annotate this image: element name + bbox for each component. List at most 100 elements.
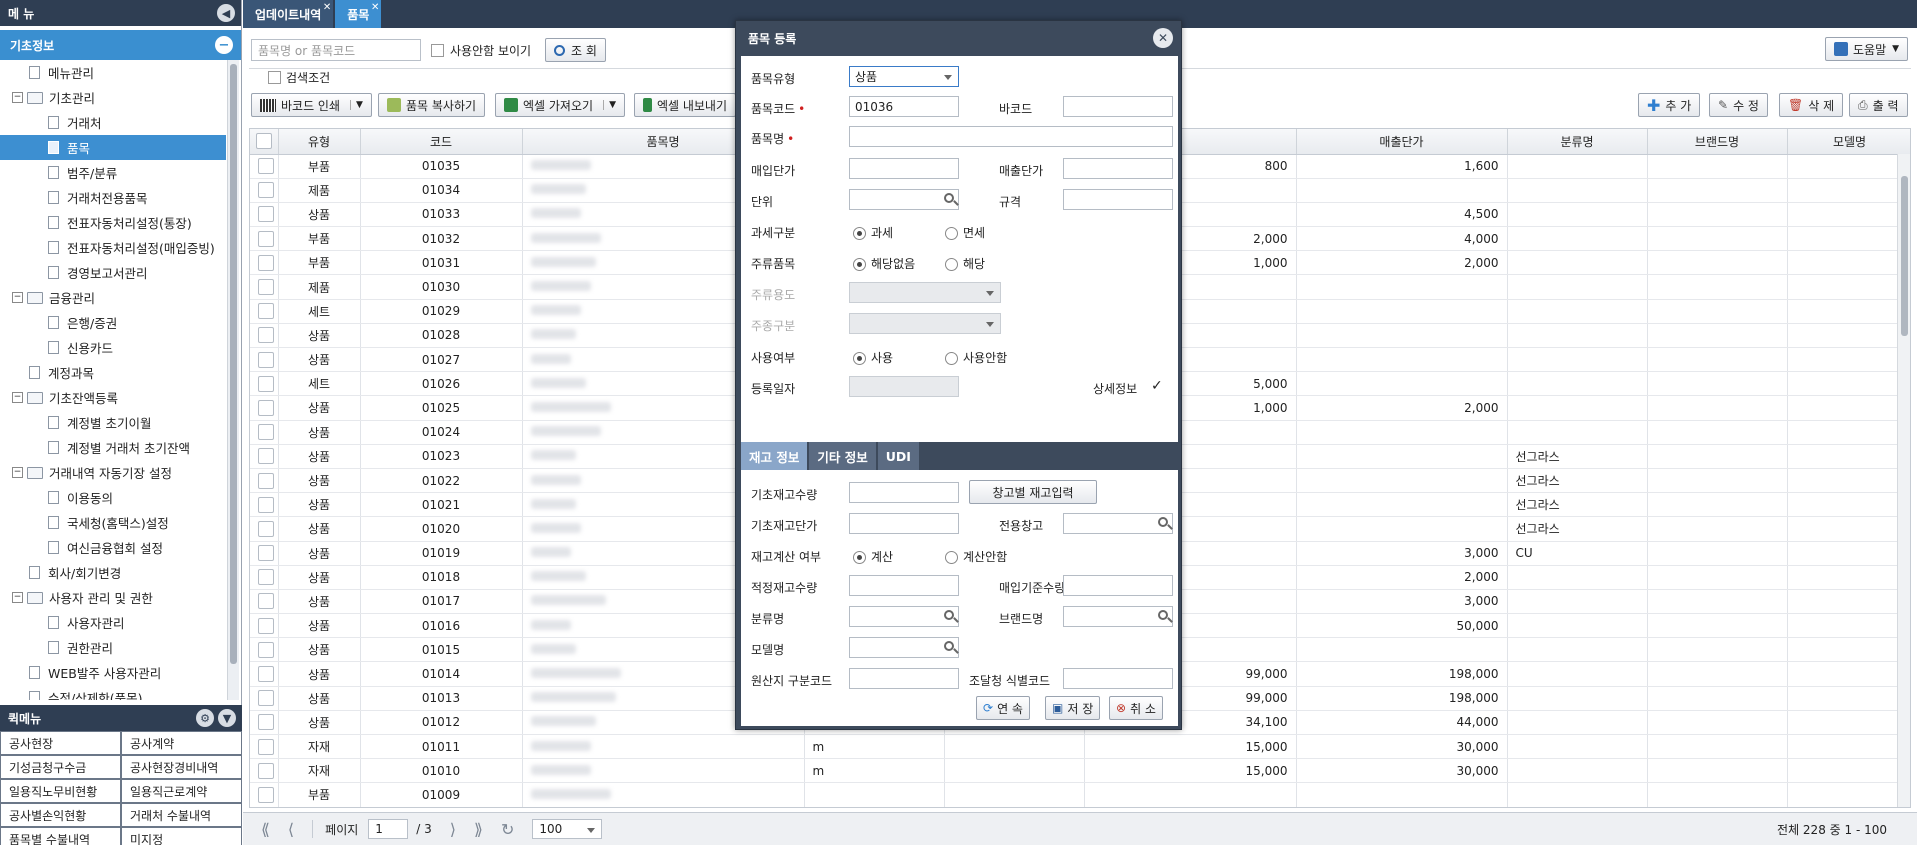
spec-field[interactable] — [1063, 189, 1173, 210]
checkbox[interactable] — [258, 738, 274, 755]
checkbox[interactable] — [258, 182, 274, 199]
quick-menu-item[interactable]: 공사별손익현황 — [0, 803, 121, 827]
checkbox[interactable] — [258, 351, 274, 368]
stock-qty-field[interactable] — [849, 482, 959, 503]
sidebar-item[interactable]: 전표자동처리설정(통장) — [0, 210, 226, 235]
show-unused-checkbox[interactable]: 사용안함 보이기 — [431, 42, 531, 59]
table-row[interactable]: 자재 01011 m 15,000 30,000 — [250, 734, 1910, 760]
procure-code-field[interactable] — [1063, 668, 1173, 689]
search-input[interactable]: 품목명 or 품목코드 — [251, 39, 421, 61]
sidebar-item[interactable]: − 사용자 관리 및 권한 — [0, 585, 226, 610]
quick-menu-item[interactable]: 공사현장 — [0, 731, 121, 755]
search-icon[interactable] — [944, 193, 954, 203]
checkbox[interactable] — [258, 327, 274, 344]
checkbox[interactable] — [258, 158, 274, 175]
prev-page-icon[interactable]: ⟨ — [288, 820, 294, 839]
detail-info-check-icon[interactable]: ✓ — [1151, 378, 1163, 394]
collapse-toggle-icon[interactable]: − — [12, 392, 23, 403]
quick-menu-item[interactable]: 일용직노무비현황 — [0, 779, 121, 803]
checkbox[interactable] — [258, 303, 274, 320]
collapse-toggle-icon[interactable]: − — [12, 92, 23, 103]
barcode-field[interactable] — [1063, 96, 1173, 117]
item-type-select[interactable]: 상품 — [849, 66, 959, 87]
col-header-model[interactable]: 모델명 — [1787, 129, 1910, 155]
sidebar-item[interactable]: 메뉴관리 — [0, 60, 226, 85]
first-page-icon[interactable]: ⟪ — [261, 820, 270, 839]
collapse-toggle-icon[interactable]: − — [12, 467, 23, 478]
stock-price-field[interactable] — [849, 513, 959, 534]
col-header-category[interactable]: 분류명 — [1507, 129, 1648, 155]
checkbox[interactable] — [258, 375, 274, 392]
quick-menu-item[interactable]: 일용직근로계약 — [121, 779, 242, 803]
checkbox[interactable] — [258, 593, 274, 610]
tab-update-history[interactable]: 업데이트내역 ✕ — [243, 0, 334, 28]
last-page-icon[interactable]: ⟫ — [474, 820, 483, 839]
checkbox[interactable] — [258, 230, 274, 247]
select-all-cell[interactable] — [250, 129, 279, 155]
quick-menu-item[interactable]: 품목별 수불내역 — [0, 827, 121, 845]
sidebar-item[interactable]: 회사/회기변경 — [0, 560, 226, 585]
tab-udi[interactable]: UDI — [877, 442, 919, 470]
copy-item-button[interactable]: 품목 복사하기 — [378, 93, 486, 117]
chevron-down-icon[interactable]: ▼ — [218, 709, 236, 727]
checkbox[interactable] — [258, 786, 274, 803]
cancel-button[interactable]: ⊗ 취 소 — [1109, 696, 1163, 720]
sidebar-scrollbar[interactable] — [227, 60, 239, 700]
dedicated-warehouse-field[interactable] — [1063, 513, 1173, 534]
checkbox[interactable] — [258, 617, 274, 634]
search-button[interactable]: 조 회 — [545, 38, 606, 62]
tax-on-radio[interactable]: 과세 — [853, 224, 893, 241]
checkbox[interactable] — [258, 714, 274, 731]
close-icon[interactable]: ✕ — [323, 2, 331, 13]
help-button[interactable]: 도움말 ▼ — [1825, 37, 1909, 61]
checkbox[interactable] — [258, 206, 274, 223]
collapse-sidebar-icon[interactable]: ◀ — [217, 4, 235, 22]
barcode-print-button[interactable]: 바코드 인쇄 ▼ — [251, 93, 372, 117]
grid-scrollbar[interactable] — [1897, 154, 1910, 807]
filter-toggle[interactable]: 검색조건 — [264, 69, 335, 86]
checkbox[interactable] — [258, 545, 274, 562]
tab-items[interactable]: 품목 ✕ — [335, 0, 382, 28]
refresh-icon[interactable]: ↻ — [501, 820, 514, 839]
category-field[interactable] — [849, 606, 959, 627]
calc-no-radio[interactable]: 계산안함 — [945, 548, 1007, 565]
close-icon[interactable]: ✕ — [1153, 28, 1173, 48]
sidebar-item[interactable]: − 기초관리 — [0, 85, 226, 110]
delete-button[interactable]: 🗑 삭 제 — [1779, 93, 1844, 117]
liquor-yes-radio[interactable]: 해당 — [945, 255, 985, 272]
checkbox[interactable] — [255, 133, 272, 150]
search-icon[interactable] — [1158, 610, 1168, 620]
sidebar-item[interactable]: 범주/분류 — [0, 160, 226, 185]
gear-icon[interactable]: ⚙ — [196, 709, 214, 727]
sidebar-item[interactable]: 국세청(홈택스)설정 — [0, 510, 226, 535]
chevron-down-icon[interactable]: ▼ — [350, 100, 363, 110]
excel-export-button[interactable]: 엑셀 내보내기 — [634, 93, 736, 117]
col-header-type[interactable]: 유형 — [278, 129, 361, 155]
excel-import-button[interactable]: 엑셀 가져오기 ▼ — [495, 93, 625, 117]
add-button[interactable]: ✚ 추 가 — [1638, 93, 1701, 117]
close-icon[interactable]: ✕ — [371, 2, 379, 13]
checkbox[interactable] — [258, 762, 274, 779]
quick-menu-item[interactable]: 기성금청구수금 — [0, 755, 121, 779]
checkbox[interactable] — [258, 496, 274, 513]
sidebar-item[interactable]: 경영보고서관리 — [0, 260, 226, 285]
checkbox[interactable] — [258, 690, 274, 707]
code-field[interactable]: 01036 — [849, 96, 959, 117]
sidebar-item[interactable]: 계정과목 — [0, 360, 226, 385]
name-field[interactable] — [849, 126, 1173, 147]
checkbox[interactable] — [258, 472, 274, 489]
sidebar-item[interactable]: WEB발주 사용자관리 — [0, 660, 226, 685]
edit-button[interactable]: ✎ 수 정 — [1709, 93, 1768, 117]
origin-code-field[interactable] — [849, 668, 959, 689]
liquor-none-radio[interactable]: 해당없음 — [853, 255, 915, 272]
quick-menu-item[interactable]: 거래처 수불내역 — [121, 803, 242, 827]
page-input[interactable]: 1 — [368, 819, 409, 839]
sidebar-item[interactable]: 은행/증권 — [0, 310, 226, 335]
sidebar-item[interactable]: 거래처전용품목 — [0, 185, 226, 210]
sidebar-item[interactable]: 계정별 거래처 초기잔액 — [0, 435, 226, 460]
checkbox[interactable] — [258, 666, 274, 683]
tab-other-info[interactable]: 기타 정보 — [809, 442, 876, 470]
checkbox[interactable] — [258, 399, 274, 416]
search-icon[interactable] — [944, 641, 954, 651]
quick-menu-item[interactable]: 공사계약 — [121, 731, 242, 755]
